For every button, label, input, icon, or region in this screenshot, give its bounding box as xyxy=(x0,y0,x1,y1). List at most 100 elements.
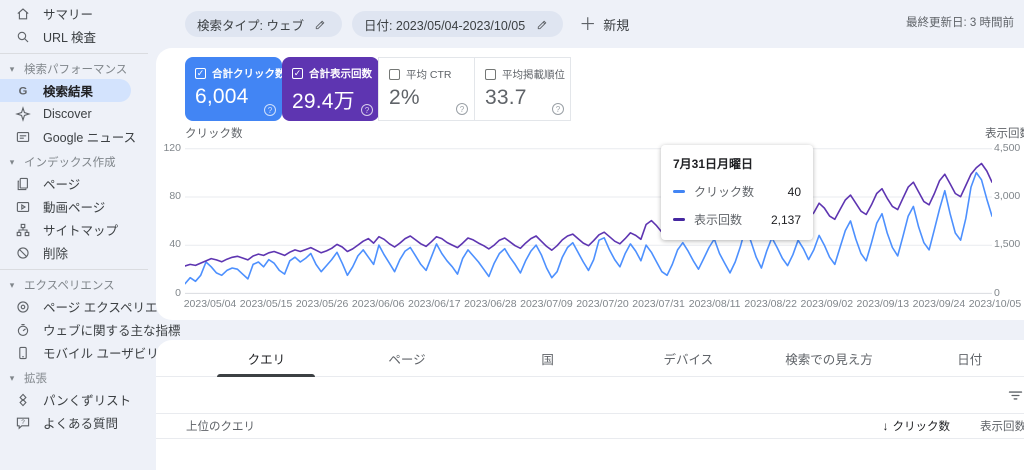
checkbox-unchecked-icon[interactable] xyxy=(389,69,400,80)
sidebar-divider xyxy=(0,269,148,270)
series-impressions-line xyxy=(185,162,992,267)
filter-bar: 検索タイプ: ウェブ 日付: 2023/05/04-2023/10/05 ＋ 新規 xyxy=(156,0,1024,48)
help-icon[interactable]: ? xyxy=(552,103,564,115)
left-axis-tick: 120 xyxy=(163,142,181,154)
sidebar-item-label: Discover xyxy=(43,106,92,121)
right-axis-tick: 3,000 xyxy=(994,190,1021,203)
table-header-clicks-sort[interactable]: ↓ クリック数 xyxy=(883,418,951,434)
filter-chip[interactable]: 検索タイプ: ウェブ xyxy=(185,11,342,37)
vitals-icon xyxy=(14,321,32,339)
sitemap-icon xyxy=(14,221,32,239)
x-axis-tick: 2023/06/06 xyxy=(351,298,405,310)
sidebar-section-header[interactable]: ▾ 拡張 xyxy=(0,368,148,388)
last-updated-text: 最終更新日: 3 時間前 xyxy=(906,17,1014,29)
table-filter-row xyxy=(156,377,1024,414)
sidebar-item[interactable]: サイトマップ xyxy=(0,218,131,241)
sidebar-item[interactable]: G 検索結果 xyxy=(0,79,131,102)
tooltip-row: クリック数 40 xyxy=(673,183,801,200)
tab-devices[interactable]: デバイス xyxy=(618,340,759,376)
x-axis-tick: 2023/06/28 xyxy=(464,298,517,310)
x-axis-tick: 2023/06/17 xyxy=(407,298,461,310)
sidebar-item[interactable]: 削除 xyxy=(0,241,131,264)
metric-card[interactable]: 平均掲載順位 33.7? xyxy=(474,57,571,121)
chevron-down-icon: ▾ xyxy=(9,156,15,167)
tab-queries[interactable]: クエリ xyxy=(196,340,337,376)
sidebar-item[interactable]: パンくずリスト xyxy=(0,388,131,411)
help-icon[interactable]: ? xyxy=(361,104,373,116)
mobile-icon xyxy=(14,344,32,362)
pencil-icon xyxy=(533,15,551,33)
sidebar-item[interactable]: 動画ページ xyxy=(0,195,131,218)
chevron-down-icon: ▾ xyxy=(9,279,15,290)
sidebar-item[interactable]: ウェブに関する主な指標 xyxy=(0,318,181,341)
x-axis-tick: 2023/05/15 xyxy=(239,298,293,310)
sidebar-item-label: サイトマップ xyxy=(43,224,119,238)
checkbox-checked-icon[interactable]: ✓ xyxy=(292,68,303,79)
video-icon xyxy=(14,198,32,216)
tooltip-series-label: 表示回数 xyxy=(694,213,743,227)
checkbox-checked-icon[interactable]: ✓ xyxy=(195,68,206,79)
metric-card-label: 平均 CTR xyxy=(406,69,452,81)
performance-line-chart[interactable] xyxy=(185,148,992,294)
plus-icon: ＋ xyxy=(579,14,597,34)
svg-text:G: G xyxy=(19,85,28,97)
sidebar-item-label: サマリー xyxy=(43,8,94,22)
metric-card[interactable]: 平均 CTR 2%? xyxy=(378,57,475,121)
search-icon xyxy=(14,28,32,46)
removal-icon xyxy=(14,244,32,262)
tooltip-date: 7月31日月曜日 xyxy=(673,157,754,171)
x-axis-tick: 2023/07/09 xyxy=(520,298,573,310)
sidebar-item[interactable]: Discover xyxy=(0,102,131,125)
tab-pages[interactable]: ページ xyxy=(337,340,478,376)
tab-search-appearance[interactable]: 検索での見え方 xyxy=(759,340,900,376)
google-g-icon: G xyxy=(14,82,32,100)
metric-card[interactable]: ✓ 合計クリック数 6,004? xyxy=(185,57,286,121)
pencil-icon xyxy=(312,15,330,33)
sidebar-divider xyxy=(0,53,148,54)
tooltip-series-label: クリック数 xyxy=(694,185,755,199)
faq-icon: ? xyxy=(14,414,32,432)
svg-text:?: ? xyxy=(21,419,25,426)
sidebar-section-header[interactable]: ▾ エクスペリエンス xyxy=(0,275,148,295)
table-header-impressions[interactable]: 表示回数 xyxy=(950,418,1024,434)
sidebar-item[interactable]: URL 検査 xyxy=(0,25,131,48)
series-clicks-line xyxy=(185,171,992,285)
sidebar-item[interactable]: ? よくある質問 xyxy=(0,411,131,434)
x-axis-tick: 2023/09/02 xyxy=(800,298,854,310)
sidebar-item[interactable]: Google ニュース xyxy=(0,125,136,148)
metric-card-label: 合計クリック数 xyxy=(212,68,286,80)
sidebar-section-label: 検索パフォーマンス xyxy=(24,64,128,76)
checkbox-unchecked-icon[interactable] xyxy=(485,69,496,80)
x-axis-tick: 2023/10/05 xyxy=(968,298,1022,310)
x-axis-tick: 2023/07/31 xyxy=(632,298,685,310)
sidebar-item-label: ウェブに関する主な指標 xyxy=(43,324,181,338)
new-filter-label: 新規 xyxy=(603,17,630,33)
left-axis-tick: 80 xyxy=(169,190,181,203)
new-filter-button[interactable]: ＋ 新規 xyxy=(579,15,629,34)
tab-countries[interactable]: 国 xyxy=(477,340,618,376)
sidebar-item-label: 削除 xyxy=(43,247,69,261)
sidebar-section-header[interactable]: ▾ 検索パフォーマンス xyxy=(0,59,148,79)
x-axis-tick: 2023/05/04 xyxy=(183,298,237,310)
left-axis-title: クリック数 xyxy=(185,128,243,140)
sidebar-section-header[interactable]: ▾ インデックス作成 xyxy=(0,152,148,172)
sidebar-item[interactable]: モバイル ユーザビリティ xyxy=(0,341,183,364)
metric-card-label: 平均掲載順位 xyxy=(502,69,565,81)
filter-icon[interactable] xyxy=(1007,387,1024,404)
sidebar-section-label: エクスペリエンス xyxy=(24,280,115,292)
table-header-row: 上位のクエリ ↓ クリック数 表示回数 xyxy=(156,414,1024,439)
sidebar-item[interactable]: サマリー xyxy=(0,2,131,25)
help-icon[interactable]: ? xyxy=(264,104,276,116)
sidebar-item[interactable]: ページ xyxy=(0,172,131,195)
discover-icon xyxy=(14,105,32,123)
filter-chip[interactable]: 日付: 2023/05/04-2023/10/05 xyxy=(351,11,564,37)
tab-dates[interactable]: 日付 xyxy=(899,340,1024,376)
x-axis-tick: 2023/08/22 xyxy=(744,298,797,310)
metric-card[interactable]: ✓ 合計表示回数 29.4万? xyxy=(282,57,379,121)
news-icon xyxy=(14,128,32,146)
sidebar-item[interactable]: ページ エクスペリエンス xyxy=(0,295,182,318)
metric-card-header: ✓ 合計クリック数 xyxy=(195,66,286,81)
left-axis-tick: 0 xyxy=(175,286,181,299)
dimensions-panel: クエリ ページ国デバイス 検索での見え方 日付 上位のクエリ ↓ クリック数 表示回数 xyxy=(156,340,1024,470)
help-icon[interactable]: ? xyxy=(456,103,468,115)
